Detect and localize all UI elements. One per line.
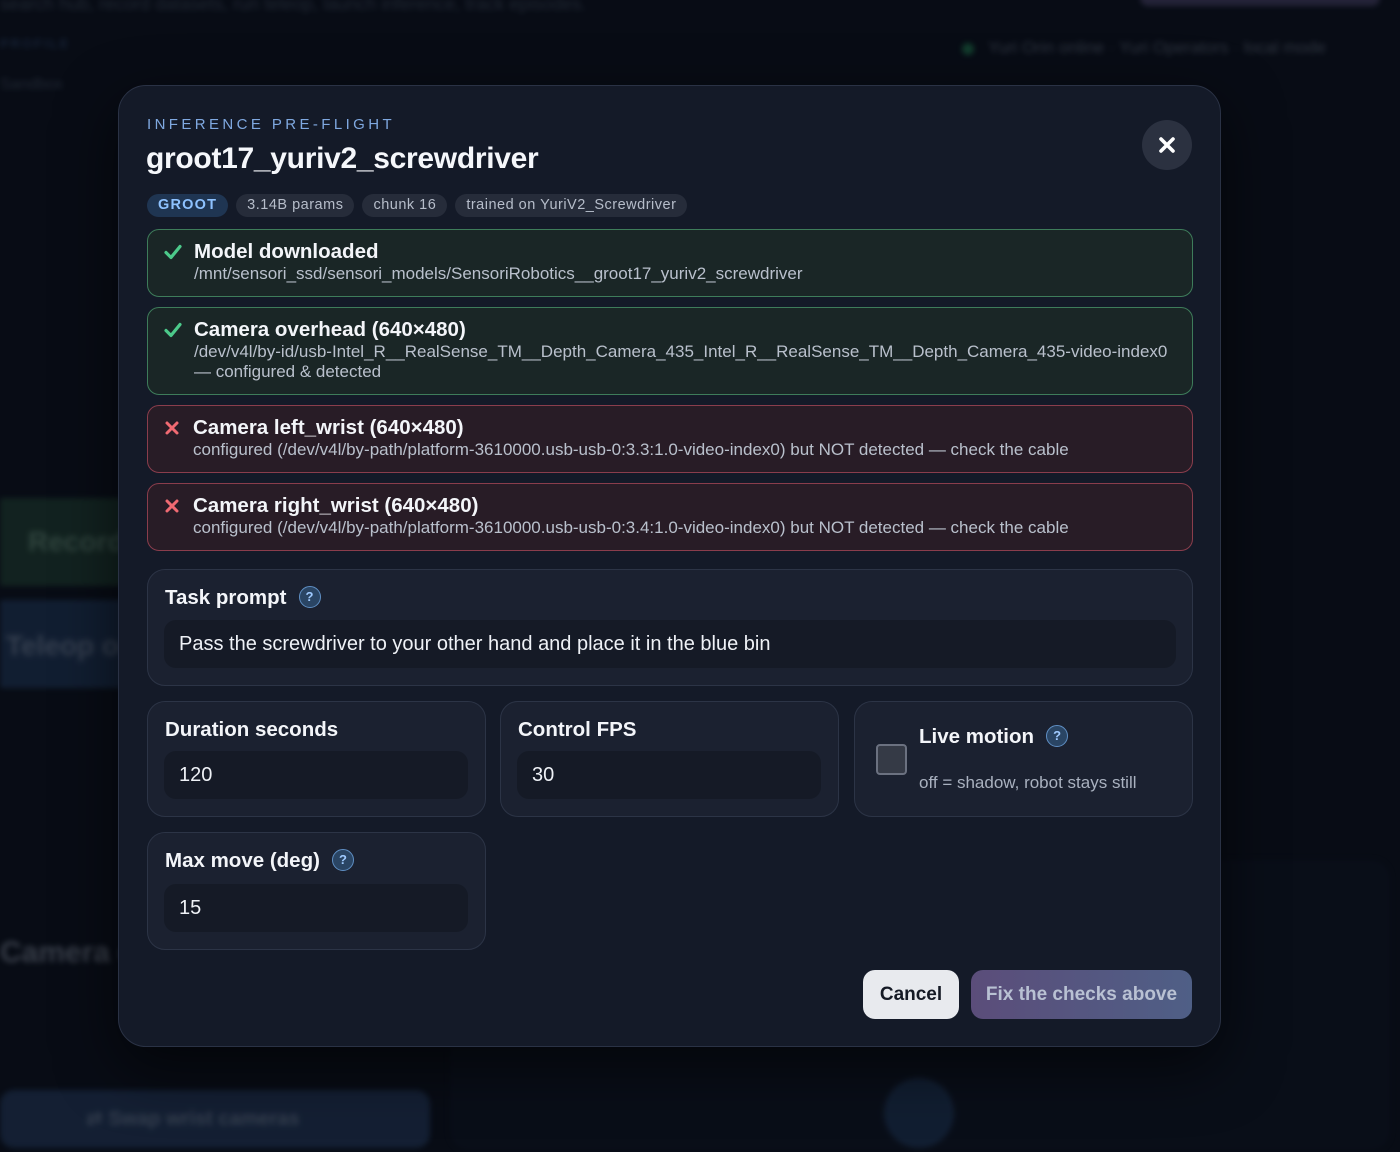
check-title: Model downloaded	[194, 240, 379, 263]
check-detail: /dev/v4l/by-id/usb-Intel_R__RealSense_TM…	[194, 342, 1168, 381]
check-title: Camera right_wrist (640×480)	[193, 494, 479, 517]
max-move-card: Max move (deg)? 15	[147, 832, 486, 950]
live-motion-help-icon[interactable]: ?	[1046, 724, 1069, 747]
max-move-help-icon[interactable]: ?	[331, 848, 354, 871]
close-button[interactable]	[1142, 120, 1192, 170]
model-tags: GROOT 3.14B params chunk 16 trained on Y…	[147, 194, 688, 217]
inference-preflight-dialog: INFERENCE PRE-FLIGHT groot17_yuriv2_scre…	[118, 85, 1221, 1047]
control-fps-input[interactable]: 30	[517, 751, 821, 799]
duration-input[interactable]: 120	[164, 751, 468, 799]
task-prompt-input[interactable]: Pass the screwdriver to your other hand …	[164, 620, 1176, 668]
check-model-downloaded: Model downloaded /mnt/sensori_ssd/sensor…	[147, 229, 1193, 297]
max-move-label-text: Max move (deg)	[165, 849, 320, 872]
model-type-badge: GROOT	[147, 194, 229, 217]
check-detail: configured (/dev/v4l/by-path/platform-36…	[193, 518, 1069, 537]
live-motion-label: Live motion?	[919, 724, 1069, 749]
check-detail: /mnt/sensori_ssd/sensori_models/SensoriR…	[194, 264, 803, 283]
error-x-icon	[165, 499, 179, 513]
task-prompt-label: Task prompt?	[165, 585, 321, 610]
cancel-button[interactable]: Cancel	[863, 970, 959, 1019]
dialog-eyebrow: INFERENCE PRE-FLIGHT	[147, 116, 396, 133]
live-motion-hint: off = shadow, robot stays still	[919, 773, 1137, 792]
task-prompt-label-text: Task prompt	[165, 586, 287, 609]
live-motion-checkbox[interactable]	[876, 744, 907, 775]
fix-checks-button[interactable]: Fix the checks above	[971, 970, 1192, 1019]
check-detail: configured (/dev/v4l/by-path/platform-36…	[193, 440, 1069, 459]
check-icon	[164, 244, 182, 260]
check-title: Camera overhead (640×480)	[194, 318, 466, 341]
check-title: Camera left_wrist (640×480)	[193, 416, 464, 439]
dialog-title: groot17_yuriv2_screwdriver	[146, 142, 539, 175]
check-camera-left-wrist: Camera left_wrist (640×480) configured (…	[147, 405, 1193, 473]
max-move-label: Max move (deg)?	[165, 848, 354, 873]
duration-card: Duration seconds 120	[147, 701, 486, 817]
error-x-icon	[165, 421, 179, 435]
task-prompt-help-icon[interactable]: ?	[298, 585, 321, 608]
control-fps-label: Control FPS	[518, 718, 637, 741]
check-icon	[164, 322, 182, 338]
check-camera-right-wrist: Camera right_wrist (640×480) configured …	[147, 483, 1193, 551]
trained-on-badge: trained on YuriV2_Screwdriver	[455, 194, 688, 217]
control-fps-card: Control FPS 30	[500, 701, 839, 817]
live-motion-label-text: Live motion	[919, 725, 1035, 748]
params-badge: 3.14B params	[236, 194, 355, 217]
task-prompt-card: Task prompt? Pass the screwdriver to you…	[147, 569, 1193, 686]
close-icon	[1159, 137, 1175, 153]
check-camera-overhead: Camera overhead (640×480) /dev/v4l/by-id…	[147, 307, 1193, 395]
duration-label: Duration seconds	[165, 718, 339, 741]
chunk-badge: chunk 16	[362, 194, 448, 217]
live-motion-card: Live motion? off = shadow, robot stays s…	[854, 701, 1193, 817]
max-move-input[interactable]: 15	[164, 884, 468, 932]
